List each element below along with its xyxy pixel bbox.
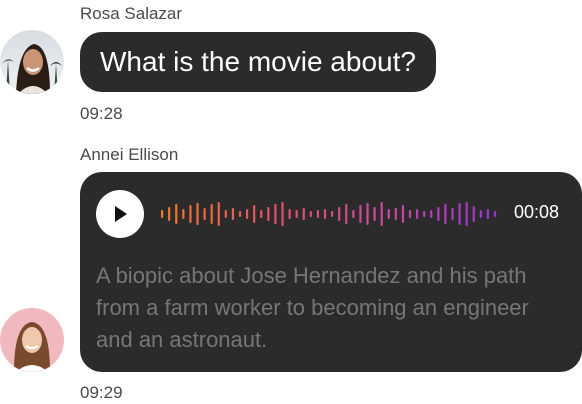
message-text: What is the movie about?	[100, 46, 416, 77]
waveform-bar	[493, 211, 497, 217]
waveform-bar	[472, 206, 475, 222]
waveform-bar	[217, 202, 220, 226]
waveform-bar	[373, 207, 376, 221]
waveform-bar	[416, 209, 419, 219]
waveform-bar	[401, 205, 405, 223]
avatar[interactable]	[0, 308, 64, 372]
avatar[interactable]	[0, 30, 64, 94]
waveform-bar	[161, 210, 164, 218]
waveform-bar	[196, 203, 199, 225]
waveform-bar	[408, 210, 412, 218]
waveform-bar	[430, 210, 433, 218]
waveform-bar	[366, 203, 369, 225]
waveform-bar	[323, 209, 327, 219]
waveform-bar	[479, 210, 482, 218]
waveform-bar	[210, 204, 213, 224]
waveform-bar	[295, 210, 298, 218]
waveform-bar	[387, 209, 390, 219]
waveform-bar	[423, 211, 426, 217]
waveform-bar	[486, 209, 490, 219]
waveform-bar	[458, 203, 461, 225]
waveform-bar	[203, 208, 206, 220]
sender-name: Rosa Salazar	[80, 4, 183, 23]
waveform-bar	[246, 209, 249, 219]
waveform-bar	[267, 207, 270, 221]
play-button[interactable]	[96, 190, 144, 238]
waveform-bar	[238, 211, 242, 217]
waveform-bar	[274, 204, 277, 224]
audio-duration: 00:08	[514, 202, 560, 222]
waveform-bar	[168, 207, 171, 221]
waveform-bar	[352, 210, 355, 218]
waveform-bar	[316, 210, 320, 218]
waveform-bar	[380, 202, 383, 226]
waveform-bar	[224, 210, 227, 218]
waveform-bar	[465, 202, 468, 226]
message-time: 09:28	[80, 104, 123, 123]
audio-message-bubble: 00:08 A biopic about Jose Hernandez and …	[80, 172, 582, 372]
waveform-bar	[253, 205, 256, 223]
play-icon	[115, 206, 127, 222]
waveform-bar	[189, 205, 192, 223]
waveform-bar	[302, 208, 305, 220]
waveform-bar	[260, 210, 263, 218]
waveform-bar	[359, 205, 362, 223]
waveform-bar	[309, 211, 312, 217]
message-time: 09:29	[80, 383, 123, 402]
waveform-bar	[394, 208, 397, 220]
waveform-bar	[338, 207, 341, 221]
waveform-bar	[444, 204, 447, 224]
avatar-rosa-icon	[0, 30, 64, 94]
waveform-bar	[437, 207, 440, 221]
waveform-bar	[331, 211, 334, 217]
sender-name: Annei Ellison	[80, 145, 179, 164]
waveform-bar	[281, 202, 284, 226]
waveform-bar	[231, 208, 235, 220]
waveform-bar	[182, 209, 185, 219]
audio-transcript: A biopic about Jose Hernandez and his pa…	[96, 263, 529, 352]
waveform-bar	[288, 209, 291, 219]
avatar-annei-icon	[0, 308, 64, 372]
audio-waveform[interactable]	[160, 200, 500, 228]
waveform-bar	[451, 208, 454, 220]
waveform-bar	[345, 204, 348, 224]
waveform-bar	[175, 204, 178, 224]
message-bubble[interactable]: What is the movie about?	[80, 32, 436, 92]
